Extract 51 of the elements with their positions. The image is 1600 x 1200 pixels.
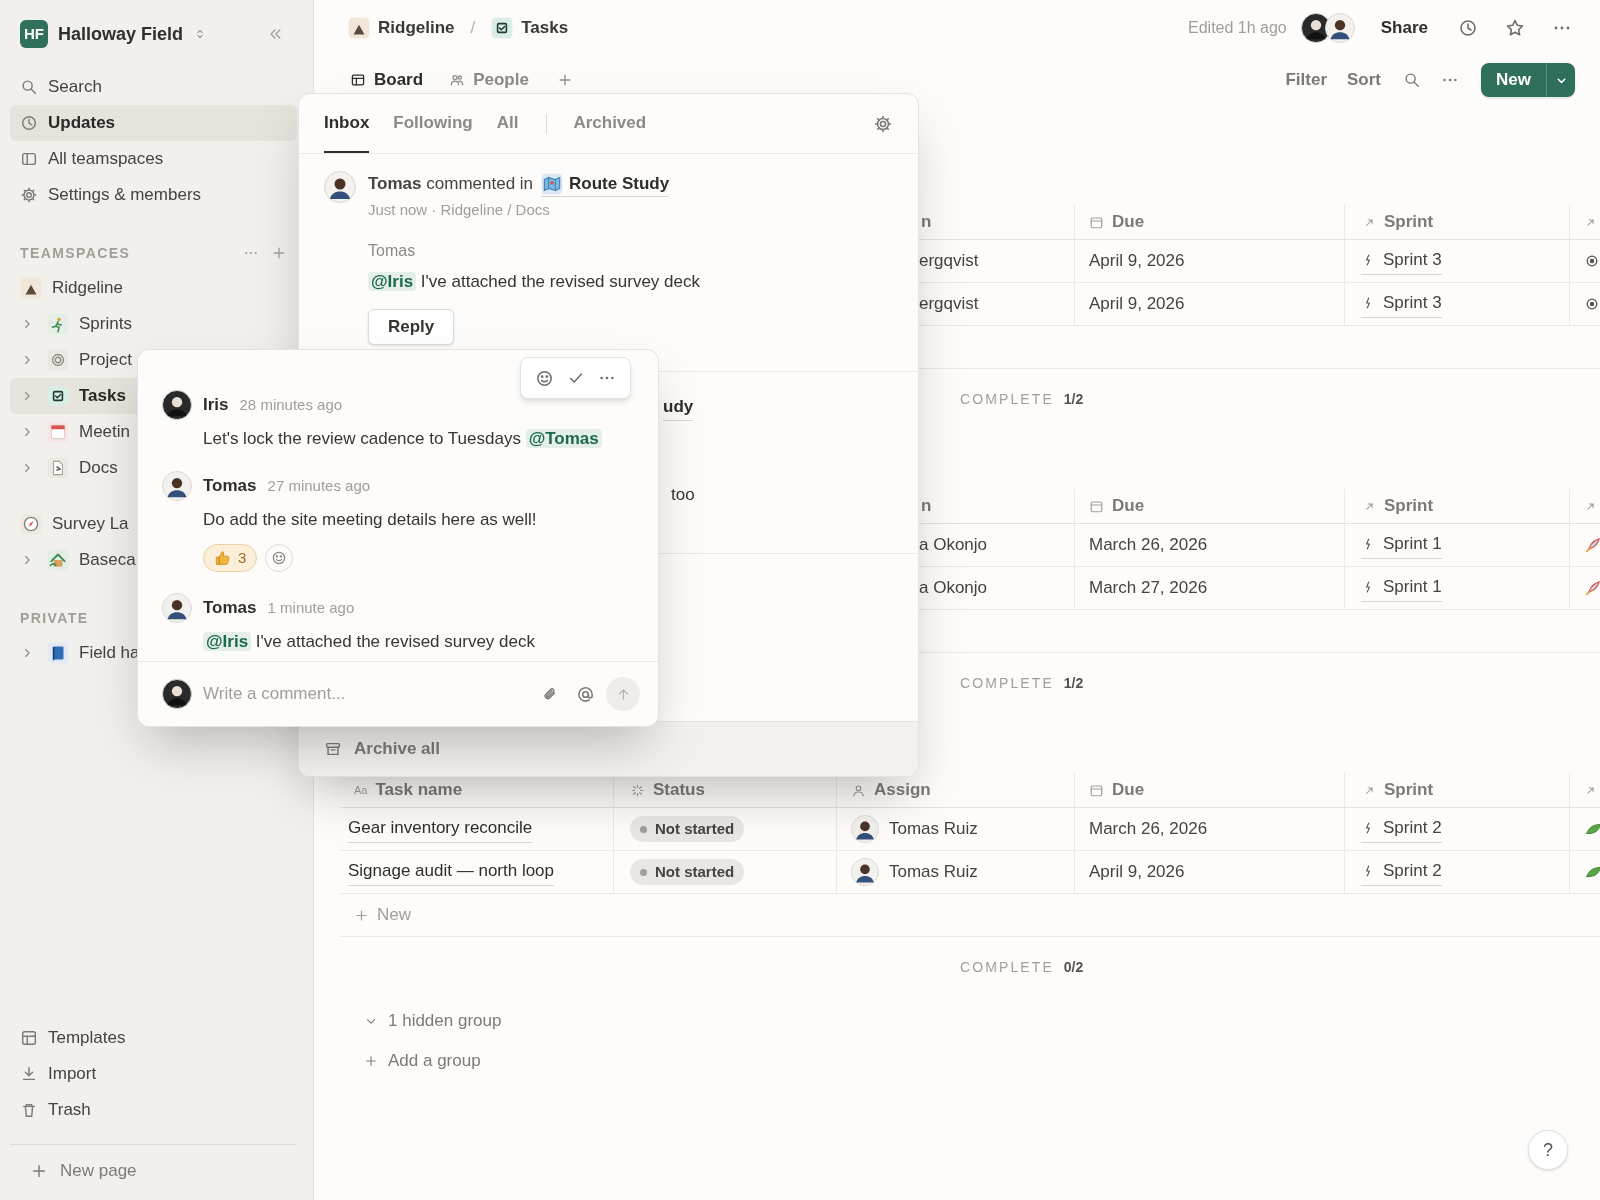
group-summary-label: COMPLETE [960, 389, 1054, 409]
breadcrumb-separator: / [470, 17, 476, 40]
column-header: n [921, 211, 932, 234]
column-header: Task name [375, 779, 463, 802]
comment-author: Tomas [203, 475, 257, 498]
workspace-logo: HF [20, 20, 48, 48]
text-type-icon: Aa [354, 781, 368, 799]
column-header: Due [1112, 779, 1145, 802]
comment-text: Let's lock the review cadence to Tuesdays @Tomas [203, 426, 658, 452]
edited-timestamp: Edited 1h ago [1188, 18, 1287, 38]
column-header: Sprint [1384, 779, 1434, 802]
section-heading: TEAMSPACES [20, 243, 131, 263]
status-tag: Not started [630, 816, 745, 842]
column-header: Due [1112, 211, 1145, 234]
assignee-name: ergqvist [919, 293, 979, 316]
column-header: n [921, 495, 932, 518]
comment-text: too [670, 483, 695, 506]
date-text: April 9, 2026 [1089, 861, 1185, 884]
column-header: Sprint [1384, 495, 1434, 518]
date-text: March 26, 2026 [1089, 818, 1208, 841]
notification-title: Tomas commented in [368, 173, 534, 196]
comment-text: Do add the site meeting details here as well! [203, 509, 538, 531]
date-text: April 9, 2026 [1089, 293, 1185, 316]
comment-timestamp: 27 minutes ago [267, 475, 371, 496]
section-heading: PRIVATE [20, 608, 89, 628]
assignee-name: a Okonjo [919, 577, 988, 600]
comment-text: @Iris I've attached the revised survey deck [368, 268, 700, 294]
notification-meta: Just now · Ridgeline / Docs [368, 200, 551, 220]
group-summary-value: 1/2 [1063, 673, 1084, 693]
assignee-name: a Okonjo [919, 534, 988, 557]
column-header: Assign [874, 779, 931, 802]
date-text: March 27, 2026 [1089, 577, 1208, 600]
assignee-name: ergqvist [919, 250, 979, 273]
column-header: Due [1112, 495, 1145, 518]
group-summary-value: 0/2 [1063, 957, 1084, 977]
assignee-name: Tomas Ruiz [889, 861, 978, 884]
assignee-name: Tomas Ruiz [889, 818, 978, 841]
status-tag: Not started [630, 859, 745, 885]
comment-text: @Iris I've attached the revised survey deck [203, 629, 658, 655]
group-summary-label: COMPLETE [960, 673, 1054, 693]
comment-timestamp: 1 minute ago [267, 597, 355, 618]
group-summary-value: 1/2 [1063, 389, 1084, 409]
column-header: Status [653, 779, 705, 802]
comment-author: Iris [203, 394, 229, 417]
comment-author: Tomas [203, 597, 257, 620]
group-summary-label: COMPLETE [960, 957, 1054, 977]
column-header: Sprint [1384, 211, 1434, 234]
date-text: April 9, 2026 [1089, 250, 1185, 273]
comment-author: Tomas [368, 240, 417, 261]
comment-timestamp: 28 minutes ago [239, 394, 343, 415]
date-text: March 26, 2026 [1089, 534, 1208, 557]
